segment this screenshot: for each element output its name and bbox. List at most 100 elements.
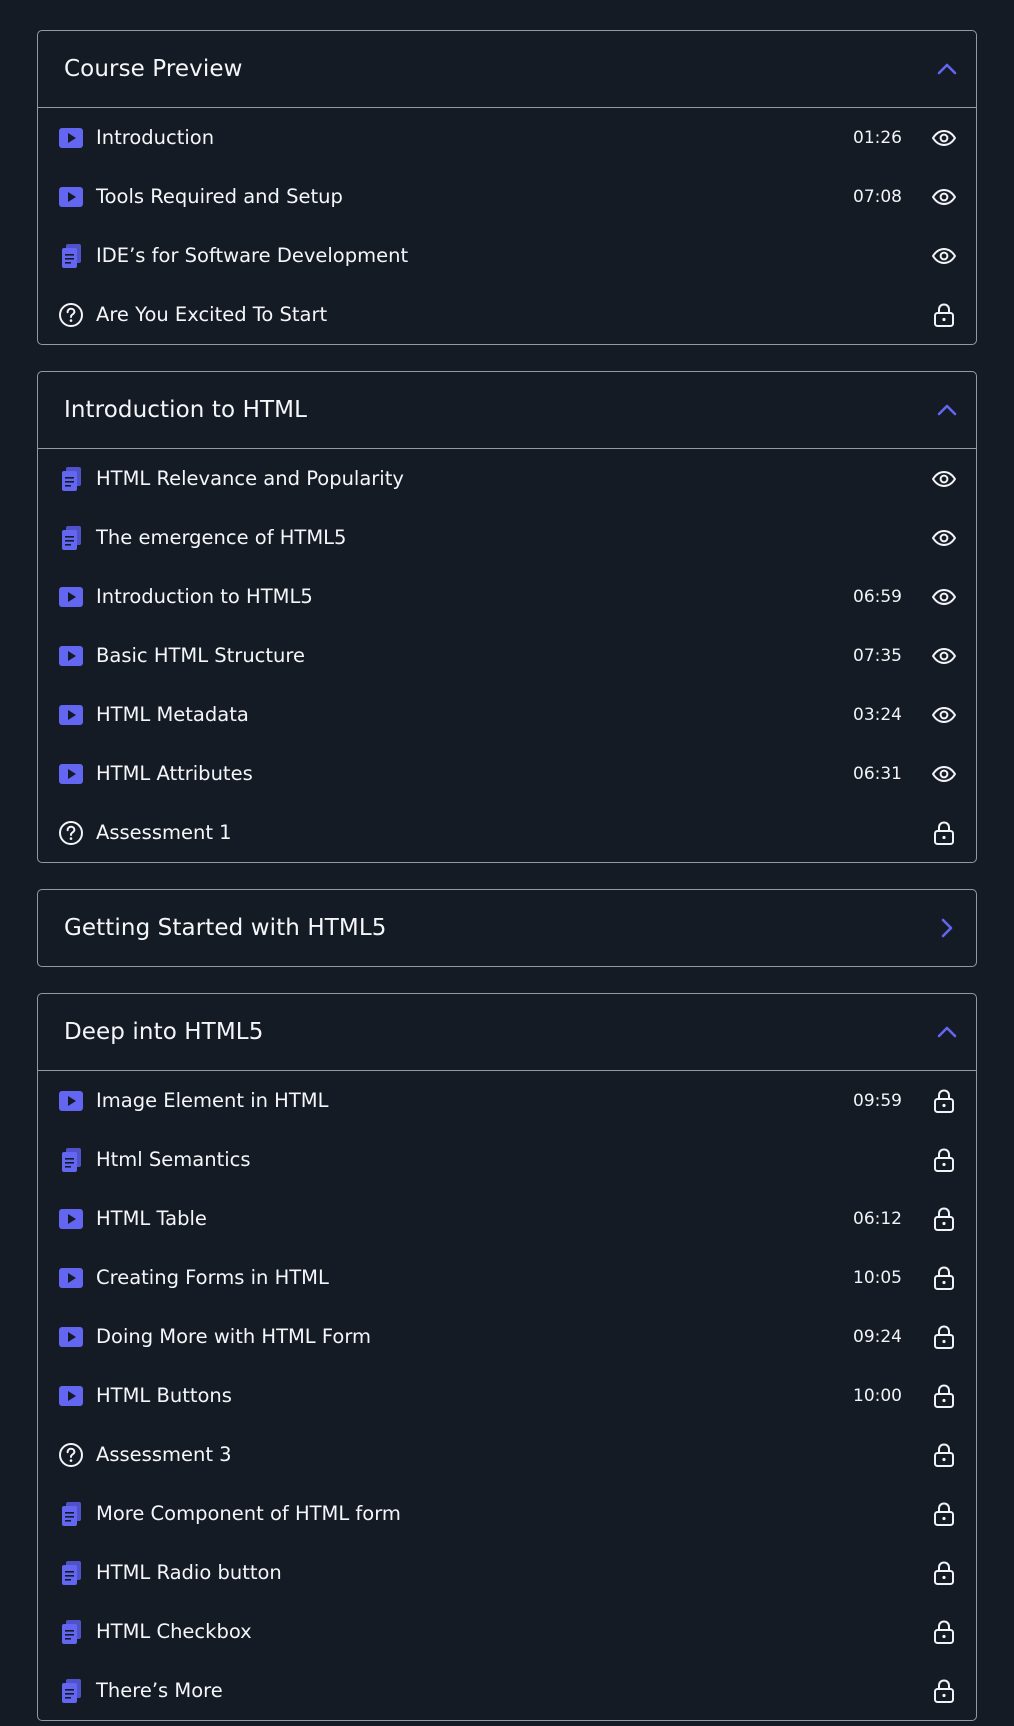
lesson-item[interactable]: Tools Required and Setup 07:08 xyxy=(38,167,976,226)
play-video-icon xyxy=(58,184,84,210)
section-header[interactable]: Introduction to HTML xyxy=(38,372,976,449)
lesson-title[interactable]: HTML Attributes xyxy=(96,762,853,785)
chevron-up-icon[interactable] xyxy=(936,399,958,421)
lesson-title[interactable]: Assessment 1 xyxy=(96,821,932,844)
lesson-duration: 09:24 xyxy=(853,1326,902,1347)
lock-icon xyxy=(932,1147,956,1172)
lesson-item[interactable]: HTML Relevance and Popularity xyxy=(38,449,976,508)
play-video-icon xyxy=(58,1206,84,1232)
document-icon xyxy=(58,1560,84,1586)
lesson-title[interactable]: Tools Required and Setup xyxy=(96,185,853,208)
lesson-item[interactable]: Are You Excited To Start xyxy=(38,285,976,344)
section-header[interactable]: Getting Started with HTML5 xyxy=(38,890,976,966)
play-video-icon xyxy=(58,125,84,151)
lesson-item[interactable]: Html Semantics xyxy=(38,1130,976,1189)
lesson-title[interactable]: Introduction to HTML5 xyxy=(96,585,853,608)
section-title: Course Preview xyxy=(64,56,243,82)
eye-preview-icon[interactable] xyxy=(932,644,956,668)
eye-preview-icon[interactable] xyxy=(932,526,956,550)
lesson-item[interactable]: Introduction 01:26 xyxy=(38,108,976,167)
play-video-icon xyxy=(58,584,84,610)
lesson-duration: 09:59 xyxy=(853,1090,902,1111)
lesson-item[interactable]: HTML Buttons 10:00 xyxy=(38,1366,976,1425)
section-header[interactable]: Course Preview xyxy=(38,31,976,108)
lesson-item[interactable]: Introduction to HTML5 06:59 xyxy=(38,567,976,626)
lock-icon xyxy=(932,1383,956,1408)
lesson-item[interactable]: Creating Forms in HTML 10:05 xyxy=(38,1248,976,1307)
eye-preview-icon[interactable] xyxy=(932,126,956,150)
lesson-item[interactable]: More Component of HTML form xyxy=(38,1484,976,1543)
lesson-duration: 07:35 xyxy=(853,645,902,666)
lesson-title[interactable]: Assessment 3 xyxy=(96,1443,932,1466)
chevron-up-icon[interactable] xyxy=(936,1021,958,1043)
section-items: Image Element in HTML 09:59 Html Semantics… xyxy=(38,1071,976,1720)
question-circle-icon xyxy=(58,302,84,328)
lesson-item[interactable]: HTML Attributes 06:31 xyxy=(38,744,976,803)
play-video-icon xyxy=(58,1324,84,1350)
lesson-duration: 01:26 xyxy=(853,127,902,148)
document-icon xyxy=(58,466,84,492)
eye-preview-icon[interactable] xyxy=(932,244,956,268)
lock-icon xyxy=(932,1442,956,1467)
lesson-title[interactable]: HTML Radio button xyxy=(96,1561,932,1584)
section-items: HTML Relevance and Popularity The emergen… xyxy=(38,449,976,862)
lesson-item[interactable]: Assessment 3 xyxy=(38,1425,976,1484)
lesson-title[interactable]: Html Semantics xyxy=(96,1148,932,1171)
play-video-icon xyxy=(58,1265,84,1291)
lesson-item[interactable]: HTML Radio button xyxy=(38,1543,976,1602)
course-section: Course Preview Introduction 01:26 Tools Req… xyxy=(37,30,977,345)
lock-icon xyxy=(932,1088,956,1113)
lesson-title[interactable]: The emergence of HTML5 xyxy=(96,526,932,549)
lesson-item[interactable]: IDE’s for Software Development xyxy=(38,226,976,285)
lesson-title[interactable]: Introduction xyxy=(96,126,853,149)
course-section: Introduction to HTML HTML Relevance and P… xyxy=(37,371,977,863)
eye-preview-icon[interactable] xyxy=(932,185,956,209)
lesson-item[interactable]: The emergence of HTML5 xyxy=(38,508,976,567)
lesson-item[interactable]: There’s More xyxy=(38,1661,976,1720)
lesson-title[interactable]: HTML Checkbox xyxy=(96,1620,932,1643)
lesson-title[interactable]: Basic HTML Structure xyxy=(96,644,853,667)
section-title: Deep into HTML5 xyxy=(64,1019,264,1045)
section-title: Getting Started with HTML5 xyxy=(64,915,387,941)
lesson-item[interactable]: Basic HTML Structure 07:35 xyxy=(38,626,976,685)
eye-preview-icon[interactable] xyxy=(932,703,956,727)
lesson-duration: 07:08 xyxy=(853,186,902,207)
play-video-icon xyxy=(58,702,84,728)
lock-icon xyxy=(932,1265,956,1290)
lesson-title[interactable]: HTML Buttons xyxy=(96,1384,853,1407)
eye-preview-icon[interactable] xyxy=(932,467,956,491)
lesson-title[interactable]: Image Element in HTML xyxy=(96,1089,853,1112)
lesson-title[interactable]: HTML Metadata xyxy=(96,703,853,726)
lesson-title[interactable]: HTML Relevance and Popularity xyxy=(96,467,932,490)
lesson-title[interactable]: HTML Table xyxy=(96,1207,853,1230)
lesson-duration: 06:12 xyxy=(853,1208,902,1229)
lesson-duration: 06:59 xyxy=(853,586,902,607)
lesson-title[interactable]: More Component of HTML form xyxy=(96,1502,932,1525)
lesson-title[interactable]: Creating Forms in HTML xyxy=(96,1266,853,1289)
lesson-title[interactable]: Are You Excited To Start xyxy=(96,303,932,326)
lesson-item[interactable]: Assessment 1 xyxy=(38,803,976,862)
chevron-up-icon[interactable] xyxy=(936,58,958,80)
lesson-item[interactable]: Image Element in HTML 09:59 xyxy=(38,1071,976,1130)
section-header[interactable]: Deep into HTML5 xyxy=(38,994,976,1071)
lesson-item[interactable]: HTML Table 06:12 xyxy=(38,1189,976,1248)
lock-icon xyxy=(932,1678,956,1703)
lock-icon xyxy=(932,1560,956,1585)
lesson-item[interactable]: HTML Metadata 03:24 xyxy=(38,685,976,744)
play-video-icon xyxy=(58,1088,84,1114)
eye-preview-icon[interactable] xyxy=(932,762,956,786)
play-video-icon xyxy=(58,1383,84,1409)
lesson-title[interactable]: There’s More xyxy=(96,1679,932,1702)
lesson-duration: 10:00 xyxy=(853,1385,902,1406)
lesson-title[interactable]: IDE’s for Software Development xyxy=(96,244,932,267)
eye-preview-icon[interactable] xyxy=(932,585,956,609)
document-icon xyxy=(58,1147,84,1173)
lock-icon xyxy=(932,1206,956,1231)
curriculum-list: Course Preview Introduction 01:26 Tools Req… xyxy=(0,0,1014,1721)
lesson-item[interactable]: Doing More with HTML Form 09:24 xyxy=(38,1307,976,1366)
lesson-item[interactable]: HTML Checkbox xyxy=(38,1602,976,1661)
chevron-right-icon[interactable] xyxy=(936,917,958,939)
lesson-title[interactable]: Doing More with HTML Form xyxy=(96,1325,853,1348)
question-circle-icon xyxy=(58,1442,84,1468)
lesson-duration: 03:24 xyxy=(853,704,902,725)
